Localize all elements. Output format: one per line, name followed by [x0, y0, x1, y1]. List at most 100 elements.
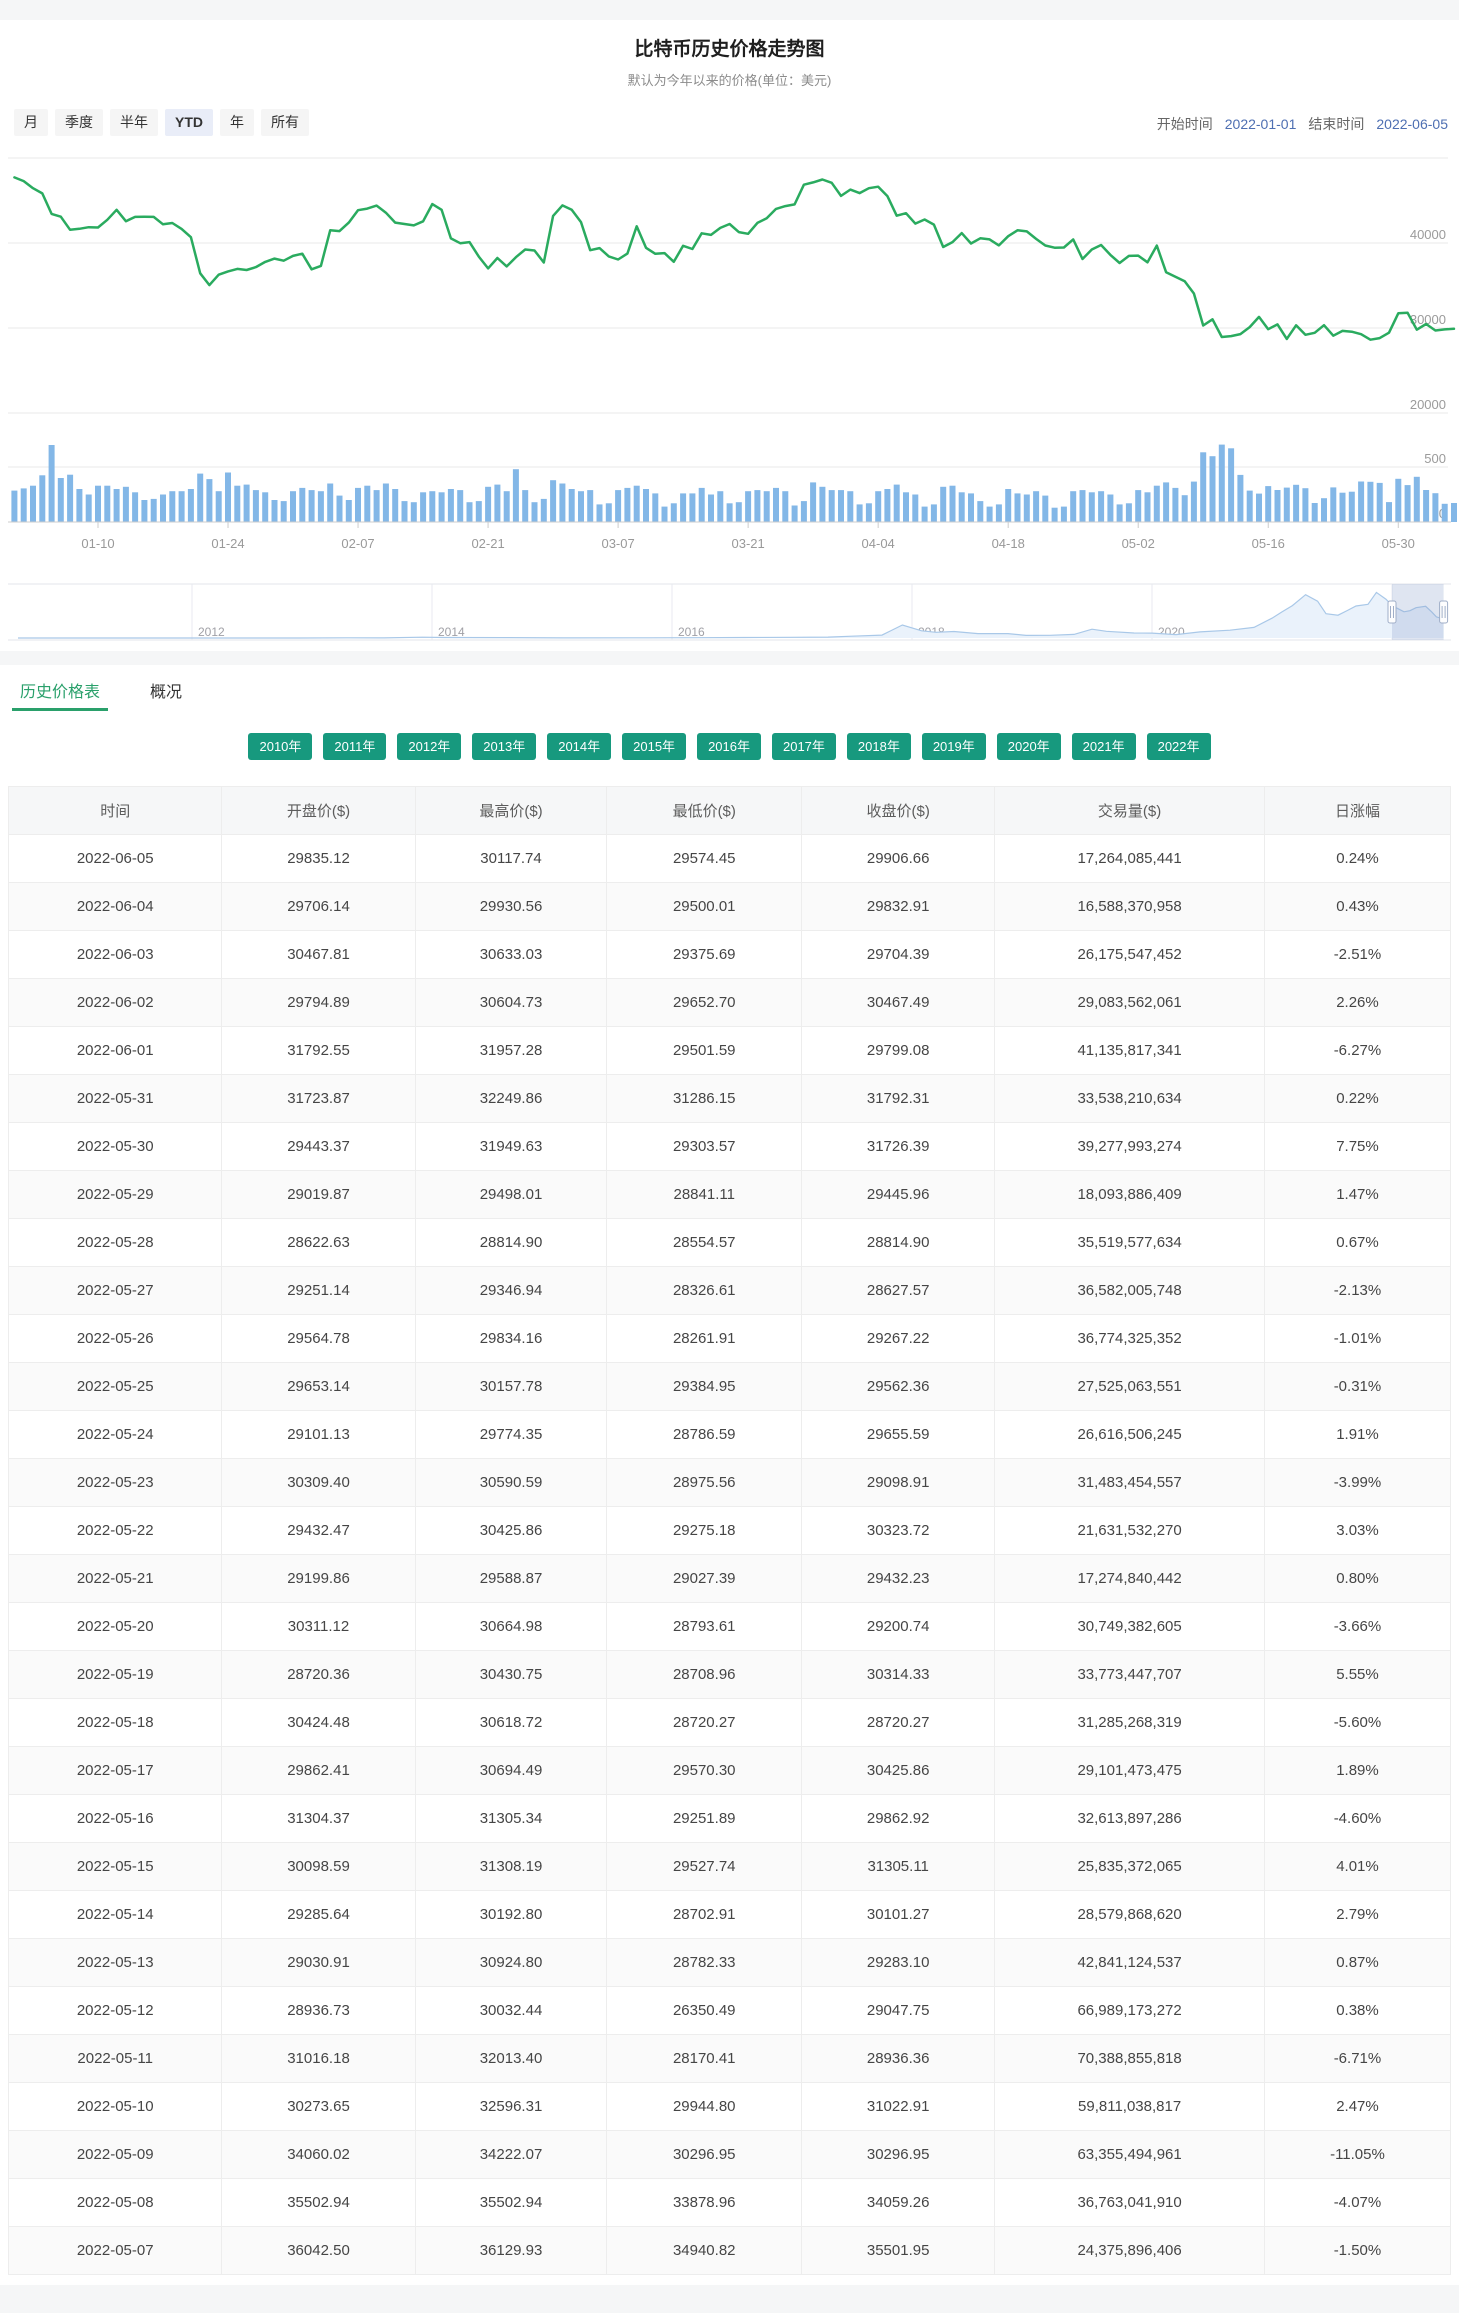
page-title: 比特币历史价格走势图 — [0, 34, 1459, 61]
tab-bar: 历史价格表 概况 — [0, 665, 1459, 711]
navigator-window[interactable] — [1392, 584, 1444, 640]
cell-value: 36,774,325,352 — [995, 1315, 1265, 1363]
cell-value: 30309.40 — [222, 1459, 415, 1507]
volume-bar — [903, 492, 909, 522]
volume-bar — [160, 495, 166, 523]
cell-date: 2022-05-09 — [9, 2131, 222, 2179]
table-row: 2022-06-0529835.1230117.7429574.4529906.… — [9, 835, 1451, 883]
cell-value: 29,101,473,475 — [995, 1747, 1265, 1795]
volume-bar — [1154, 486, 1160, 522]
cell-date: 2022-05-15 — [9, 1843, 222, 1891]
cell-value: -6.27% — [1264, 1027, 1450, 1075]
table-row: 2022-05-1631304.3731305.3429251.8929862.… — [9, 1795, 1451, 1843]
x-axis-label: 04-18 — [992, 536, 1025, 551]
cell-value: 28708.96 — [607, 1651, 802, 1699]
cell-value: 29655.59 — [802, 1411, 995, 1459]
year-button-2010[interactable]: 2010年 — [248, 733, 312, 760]
start-date-value[interactable]: 2022-01-01 — [1225, 116, 1297, 132]
volume-bar — [206, 479, 212, 522]
volume-bar — [699, 488, 705, 522]
year-button-2013[interactable]: 2013年 — [472, 733, 536, 760]
year-button-2018[interactable]: 2018年 — [847, 733, 911, 760]
period-button-half-year[interactable]: 半年 — [110, 109, 158, 136]
y-axis-label: 40000 — [1410, 227, 1446, 242]
volume-bar — [680, 493, 686, 522]
volume-bar — [457, 490, 463, 522]
cell-value: 0.87% — [1264, 1939, 1450, 1987]
cell-date: 2022-06-05 — [9, 835, 222, 883]
volume-bar — [1033, 491, 1039, 522]
cell-value: 39,277,993,274 — [995, 1123, 1265, 1171]
table-header-row: 时间开盘价($)最高价($)最低价($)收盘价($)交易量($)日涨幅 — [9, 787, 1451, 835]
year-button-2020[interactable]: 2020年 — [997, 733, 1061, 760]
cell-value: 32249.86 — [415, 1075, 607, 1123]
cell-value: 30101.27 — [802, 1891, 995, 1939]
year-button-2019[interactable]: 2019年 — [922, 733, 986, 760]
period-button-ytd[interactable]: YTD — [165, 109, 213, 136]
tab-history-price-table[interactable]: 历史价格表 — [16, 678, 104, 711]
period-button-all[interactable]: 所有 — [261, 109, 309, 136]
cell-value: 34059.26 — [802, 2179, 995, 2227]
year-button-2015[interactable]: 2015年 — [622, 733, 686, 760]
volume-bar — [1191, 482, 1197, 522]
volume-bars — [11, 445, 1457, 522]
cell-value: 31308.19 — [415, 1843, 607, 1891]
year-button-2011[interactable]: 2011年 — [323, 733, 386, 760]
volume-bar — [801, 501, 807, 522]
bottom-strip — [0, 2285, 1459, 2313]
volume-bar — [494, 485, 500, 522]
cell-value: 1.47% — [1264, 1171, 1450, 1219]
year-button-2021[interactable]: 2021年 — [1072, 733, 1136, 760]
navigator-handle-right[interactable] — [1440, 601, 1448, 623]
tab-overview[interactable]: 概况 — [146, 678, 186, 711]
cell-value: 29774.35 — [415, 1411, 607, 1459]
volume-bar — [894, 485, 900, 522]
cell-value: 30,749,382,605 — [995, 1603, 1265, 1651]
cell-date: 2022-05-23 — [9, 1459, 222, 1507]
volume-bar — [857, 504, 863, 522]
cell-value: 30664.98 — [415, 1603, 607, 1651]
volume-bar — [225, 473, 231, 523]
cell-value: 29443.37 — [222, 1123, 415, 1171]
cell-value: 0.80% — [1264, 1555, 1450, 1603]
table-row: 2022-06-0131792.5531957.2829501.5929799.… — [9, 1027, 1451, 1075]
volume-bar — [132, 492, 138, 522]
end-date-value[interactable]: 2022-06-05 — [1376, 116, 1448, 132]
volume-bar — [1451, 503, 1457, 522]
year-button-2016[interactable]: 2016年 — [697, 733, 761, 760]
volume-bar — [1349, 492, 1355, 522]
year-button-2017[interactable]: 2017年 — [772, 733, 836, 760]
volume-bar — [392, 489, 398, 522]
year-button-2022[interactable]: 2022年 — [1147, 733, 1211, 760]
volume-bar — [1117, 504, 1123, 522]
cell-value: 5.55% — [1264, 1651, 1450, 1699]
cell-value: 0.38% — [1264, 1987, 1450, 2035]
table-row: 2022-05-0835502.9435502.9433878.9634059.… — [9, 2179, 1451, 2227]
navigator-handle-left[interactable] — [1388, 601, 1396, 623]
volume-bar — [1395, 479, 1401, 522]
cell-date: 2022-05-21 — [9, 1555, 222, 1603]
page-subtitle: 默认为今年以来的价格(单位：美元) — [0, 70, 1459, 89]
cell-value: -5.60% — [1264, 1699, 1450, 1747]
volume-bar — [782, 491, 788, 522]
volume-bar — [402, 501, 408, 522]
cell-value: 29384.95 — [607, 1363, 802, 1411]
x-axis-label: 05-16 — [1252, 536, 1285, 551]
cell-value: 21,631,532,270 — [995, 1507, 1265, 1555]
x-axis-label: 05-30 — [1382, 536, 1415, 551]
period-button-quarter[interactable]: 季度 — [55, 109, 103, 136]
cell-date: 2022-05-24 — [9, 1411, 222, 1459]
volume-bar — [216, 491, 222, 522]
volume-bar — [76, 489, 82, 522]
x-axis-label: 05-02 — [1122, 536, 1155, 551]
volume-bar — [1098, 491, 1104, 522]
period-button-year[interactable]: 年 — [220, 109, 254, 136]
year-button-2012[interactable]: 2012年 — [397, 733, 461, 760]
price-volume-chart[interactable]: 400003000020000500001-1001-2402-0702-210… — [0, 146, 1459, 651]
volume-bar — [1275, 490, 1281, 522]
year-button-2014[interactable]: 2014年 — [547, 733, 611, 760]
volume-bar — [1265, 486, 1271, 522]
volume-bar — [429, 491, 435, 522]
cell-value: 33,773,447,707 — [995, 1651, 1265, 1699]
period-button-month[interactable]: 月 — [14, 109, 48, 136]
